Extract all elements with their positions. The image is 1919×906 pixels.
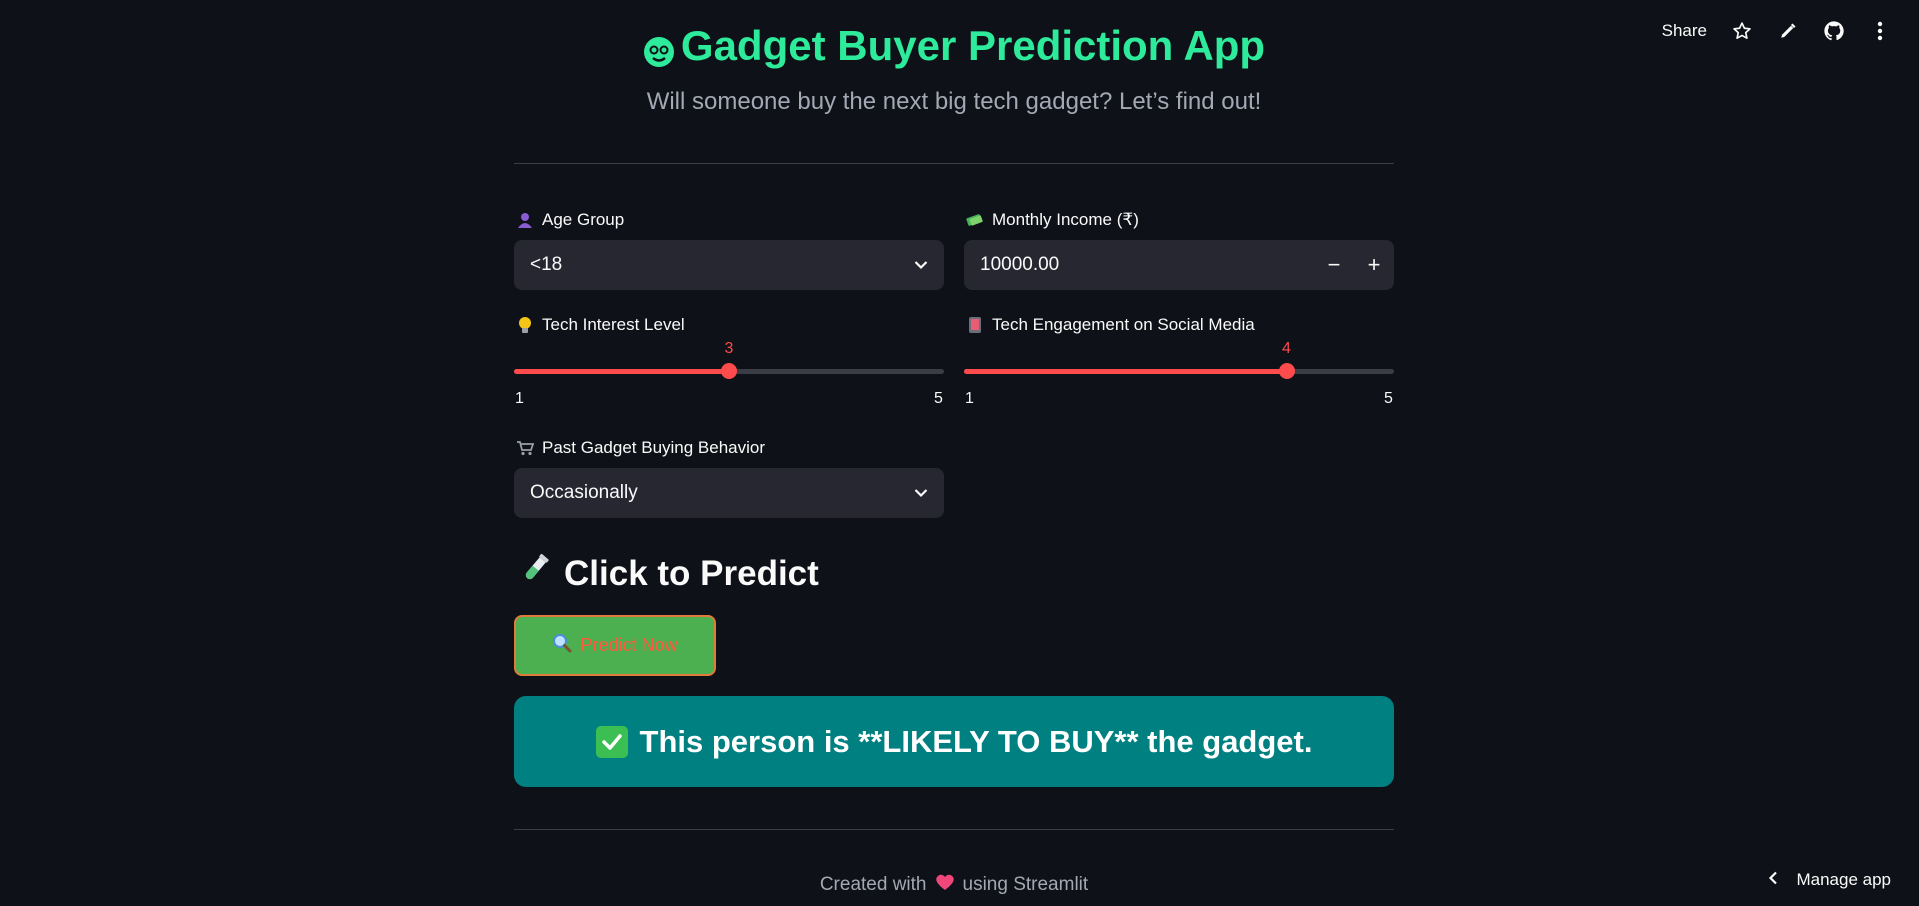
monthly-income-input[interactable]: 10000.00 − + [964, 240, 1394, 290]
cart-icon [516, 439, 534, 457]
tech-interest-value: 3 [724, 340, 734, 357]
bottom-divider [514, 829, 1394, 830]
past-behavior-label-text: Past Gadget Buying Behavior [542, 438, 766, 457]
share-button[interactable]: Share [1662, 21, 1707, 41]
past-behavior-value: Occasionally [530, 482, 638, 503]
social-engagement-slider[interactable] [964, 363, 1394, 379]
monthly-income-value[interactable]: 10000.00 [964, 254, 1314, 276]
check-mark-icon [595, 725, 628, 758]
footer-text-before: Created with [819, 874, 927, 895]
predict-heading-text: Click to Predict [564, 553, 819, 593]
star-icon[interactable] [1731, 20, 1753, 42]
test-tube-icon [518, 552, 552, 595]
tech-interest-min: 1 [515, 390, 524, 407]
monthly-income-label: Monthly Income (₹) [966, 210, 1139, 230]
social-engagement-label-text: Tech Engagement on Social Media [992, 315, 1255, 334]
increment-button[interactable]: + [1354, 240, 1394, 290]
top-divider [514, 163, 1394, 164]
age-group-label-text: Age Group [542, 210, 625, 229]
nerd-face-icon [643, 30, 675, 67]
magnifier-icon [552, 633, 572, 658]
tech-interest-slider[interactable] [514, 363, 944, 379]
prediction-result: This person is **LIKELY TO BUY** the gad… [514, 696, 1394, 787]
chevron-down-icon [914, 482, 928, 504]
past-behavior-label: Past Gadget Buying Behavior [516, 438, 765, 458]
manage-app-button[interactable]: Manage app [1768, 870, 1891, 890]
prediction-result-text: This person is **LIKELY TO BUY** the gad… [639, 723, 1313, 759]
social-engagement-value: 4 [1282, 340, 1291, 357]
page-title-text: Gadget Buyer Prediction App [680, 22, 1266, 69]
page-title: Gadget Buyer Prediction App [514, 22, 1394, 70]
pencil-icon[interactable] [1777, 20, 1799, 42]
tech-interest-max: 5 [934, 390, 943, 407]
social-engagement-label: Tech Engagement on Social Media [966, 315, 1255, 335]
social-engagement-thumb[interactable] [1278, 363, 1295, 379]
predict-now-button[interactable]: Predict Now [514, 615, 716, 676]
past-behavior-select[interactable]: Occasionally [514, 468, 944, 518]
monthly-income-label-text: Monthly Income (₹) [992, 210, 1139, 229]
social-engagement-min: 1 [965, 390, 974, 407]
footer-text-after: using Streamlit [962, 874, 1089, 895]
decrement-button[interactable]: − [1314, 240, 1354, 290]
social-engagement-fill [964, 369, 1287, 374]
page-subtitle: Will someone buy the next big tech gadge… [646, 88, 1262, 115]
age-group-value: <18 [530, 254, 563, 275]
top-toolbar: Share [1662, 20, 1891, 42]
chevron-down-icon [914, 254, 928, 276]
lightbulb-icon [516, 316, 534, 334]
phone-icon [966, 316, 984, 334]
predict-now-label: Predict Now [580, 635, 678, 655]
github-icon[interactable] [1823, 20, 1845, 42]
social-engagement-max: 5 [1384, 390, 1393, 407]
predict-heading: Click to Predict [518, 552, 819, 595]
age-group-select[interactable]: <18 [514, 240, 944, 290]
manage-app-label: Manage app [1796, 870, 1891, 889]
footer: Created with using Streamlit [514, 873, 1394, 897]
age-group-label: Age Group [516, 210, 624, 230]
money-icon [966, 211, 984, 229]
tech-interest-label-text: Tech Interest Level [542, 315, 685, 334]
heart-icon [935, 873, 955, 897]
person-icon [516, 211, 534, 229]
chevron-left-icon [1768, 870, 1778, 890]
more-vertical-icon[interactable] [1869, 20, 1891, 42]
tech-interest-label: Tech Interest Level [516, 315, 685, 335]
tech-interest-thumb[interactable] [721, 363, 737, 379]
tech-interest-fill [514, 369, 729, 374]
